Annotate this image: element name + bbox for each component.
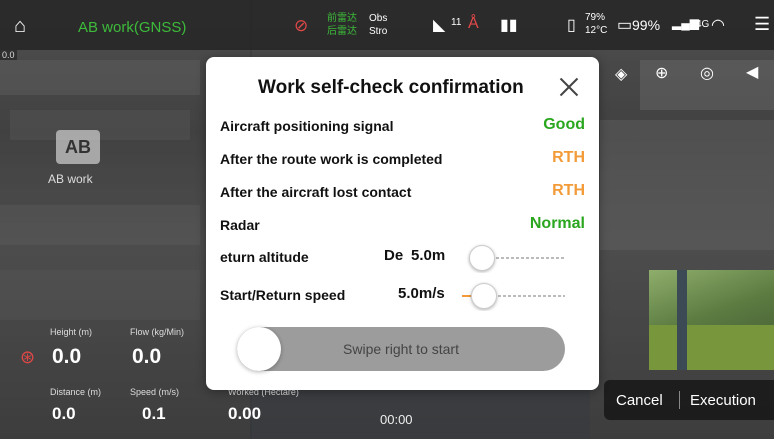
return-speed-value: 5.0m/s [398, 285, 445, 302]
radar-rear-label: 后雷达 [327, 26, 357, 37]
satellite-icon: ◣ [433, 17, 446, 34]
remote-battery-percent: 99% [632, 17, 661, 33]
return-speed-label: Start/Return speed [220, 287, 346, 303]
return-speed-row: Start/Return speed 5.0m/s [206, 281, 599, 311]
camera-grass [649, 325, 774, 370]
battery-percent: 79% [585, 12, 606, 23]
height-label: Height (m) [50, 327, 93, 337]
return-altitude-label: eturn altitude [220, 249, 309, 265]
row-value-route-complete: RTH [552, 149, 585, 166]
return-speed-slider-knob[interactable] [471, 283, 497, 309]
camera-pole [677, 270, 687, 370]
radar-front-label: 前雷达 [327, 13, 357, 24]
satellite-count: 11 [451, 17, 462, 28]
distance-label: Distance (m) [50, 387, 102, 397]
flow-value: 0.0 [132, 345, 162, 368]
ab-work-button[interactable]: AB [56, 130, 100, 164]
close-icon[interactable] [557, 75, 581, 99]
eraser-icon[interactable]: ◈ [615, 64, 627, 84]
antenna-icon: Å [468, 15, 479, 32]
cancel-button[interactable]: Cancel [616, 392, 663, 409]
speed-label: Speed (m/s) [130, 387, 180, 397]
map-view[interactable]: ⌂ AB work(GNSS) ⊘ 前雷达 Obs 后雷达 Stro ◣ 11 … [0, 0, 774, 439]
locate-icon[interactable]: ◎ [700, 63, 714, 83]
self-check-dialog: Work self-check confirmation Aircraft po… [206, 57, 599, 390]
wifi-icon: ◠ [711, 17, 725, 34]
dialog-title: Work self-check confirmation [258, 77, 524, 98]
swipe-knob[interactable] [237, 327, 281, 371]
return-altitude-prefix: De [384, 247, 404, 264]
speed-value: 0.1 [142, 404, 166, 423]
row-value-radar: Normal [529, 215, 585, 232]
spray-icon: ⊛ [20, 347, 36, 367]
flow-label: Flow (kg/Min) [130, 327, 185, 337]
swipe-text: Swipe right to start [343, 341, 459, 357]
action-bar: Cancel Execution [604, 380, 774, 420]
menu-icon[interactable]: ☰ [754, 14, 770, 35]
row-label-lost-contact: After the aircraft lost contact [220, 184, 412, 200]
row-label-radar: Radar [220, 217, 260, 233]
radar-icon: ⊘ [294, 16, 309, 35]
row-label-positioning: Aircraft positioning signal [220, 118, 394, 134]
camera-preview[interactable] [649, 270, 774, 370]
row-value-positioning: Good [543, 116, 585, 133]
ab-work-label: AB work [48, 172, 93, 186]
network-type: 4G [696, 19, 710, 30]
return-altitude-slider-knob[interactable] [469, 245, 495, 271]
home-icon[interactable]: ⌂ [14, 15, 26, 38]
battery-temp: 12°C [585, 25, 608, 36]
action-separator [679, 391, 680, 409]
cellular-icon: ▂▄▆ [672, 16, 699, 30]
row-value-lost-contact: RTH [552, 182, 585, 199]
speed-tag: 0.0 [0, 50, 17, 60]
worked-value: 0.00 [228, 404, 262, 423]
work-timer: 00:00 [380, 412, 413, 427]
execution-button[interactable]: Execution [690, 392, 756, 409]
h-point-icon[interactable]: ⊕ [655, 63, 668, 83]
battery-icon: ▯ [567, 17, 576, 34]
top-status-bar: ⌂ AB work(GNSS) ⊘ 前雷达 Obs 后雷达 Stro ◣ 11 … [0, 0, 774, 50]
remote-signal-icon: ▮▮ [500, 17, 518, 34]
swipe-to-start-slider[interactable]: Swipe right to start [237, 327, 565, 371]
height-value: 0.0 [52, 345, 82, 368]
radar-rear-status: Stro [369, 26, 388, 37]
mode-title[interactable]: AB work(GNSS) [78, 19, 186, 36]
radar-front-status: Obs [369, 13, 388, 24]
return-altitude-row: eturn altitude De 5.0m [206, 243, 599, 273]
distance-value: 0.0 [52, 404, 76, 423]
remote-battery-icon: ▭ [617, 17, 633, 34]
direction-icon[interactable]: ◀ [746, 62, 758, 82]
row-label-route-complete: After the route work is completed [220, 151, 443, 167]
return-altitude-value: 5.0m [411, 247, 446, 264]
